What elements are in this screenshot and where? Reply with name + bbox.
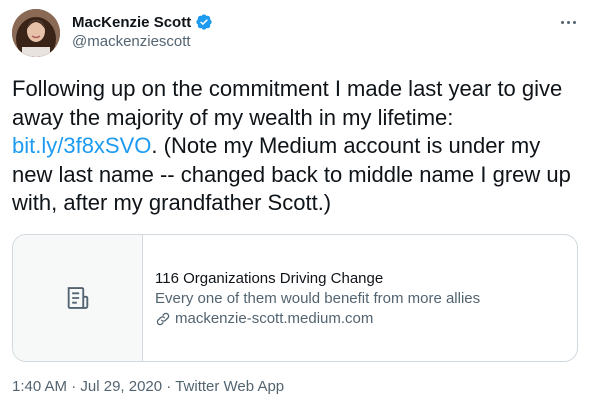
- card-thumbnail: [13, 235, 143, 361]
- more-dot-icon: [572, 20, 576, 24]
- tweet-text-before: Following up on the commitment I made la…: [12, 76, 563, 130]
- meta-separator: ·: [71, 378, 77, 395]
- link-icon: [156, 312, 170, 326]
- tweet-time[interactable]: 1:40 AM: [12, 378, 67, 395]
- card-domain-text: mackenzie-scott.medium.com: [175, 310, 374, 327]
- tweet-text: Following up on the commitment I made la…: [12, 75, 582, 218]
- author-handle[interactable]: @mackenziescott: [72, 33, 213, 50]
- card-description: Every one of them would benefit from mor…: [155, 290, 481, 307]
- tweet-metadata: 1:40 AM · Jul 29, 2020 · Twitter Web App: [12, 378, 284, 395]
- verified-badge-icon: [195, 13, 213, 31]
- avatar-image: [12, 9, 60, 57]
- more-options-button[interactable]: [556, 12, 580, 32]
- tweet-date[interactable]: Jul 29, 2020: [80, 378, 162, 395]
- meta-separator: ·: [166, 378, 172, 395]
- card-domain: mackenzie-scott.medium.com: [155, 309, 480, 329]
- card-body: 116 Organizations Driving Change Every o…: [143, 235, 480, 361]
- tweet-link[interactable]: bit.ly/3f8xSVO: [12, 133, 151, 158]
- tweet-source[interactable]: Twitter Web App: [175, 378, 284, 395]
- more-dot-icon: [566, 20, 570, 24]
- more-dot-icon: [560, 20, 564, 24]
- author-display-name[interactable]: MacKenzie Scott: [72, 14, 191, 31]
- card-title: 116 Organizations Driving Change: [155, 270, 384, 287]
- author-name-row: MacKenzie Scott: [72, 12, 213, 32]
- tweet-author: MacKenzie Scott @mackenziescott: [72, 12, 213, 50]
- avatar[interactable]: [12, 9, 60, 57]
- document-icon: [67, 287, 88, 309]
- link-preview-card[interactable]: 116 Organizations Driving Change Every o…: [12, 234, 578, 362]
